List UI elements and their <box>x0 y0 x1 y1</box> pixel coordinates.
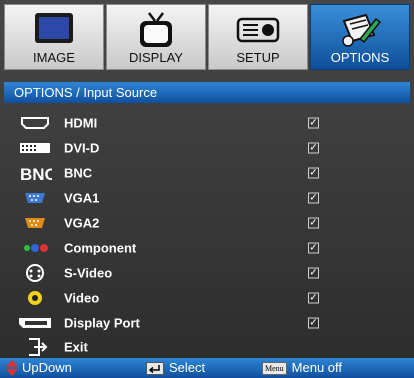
list-item-label: VGA2 <box>64 215 100 231</box>
list-item-exit[interactable]: Exit <box>4 335 410 360</box>
video-rca-yellow-icon <box>28 290 42 305</box>
exit-icon <box>29 338 48 357</box>
list-item-video[interactable]: Video ✓ <box>4 285 410 310</box>
hint-updown-label: UpDown <box>22 360 72 375</box>
options-pen-icon <box>342 13 382 47</box>
hint-select-label: Select <box>169 360 206 375</box>
checkbox[interactable]: ✓ <box>308 267 319 279</box>
list-item-s-video[interactable]: S-Video ✓ <box>4 260 410 285</box>
list-item-vga1[interactable]: VGA1 ✓ <box>4 186 410 211</box>
projector-icon <box>236 17 280 43</box>
component-rca-icon <box>24 243 48 252</box>
hint-menu-off-label: Menu off <box>291 360 343 375</box>
tab-display[interactable]: DISPLAY <box>106 4 206 70</box>
menu-key-icon: Menu <box>262 361 287 375</box>
tab-setup[interactable]: SETUP <box>208 4 308 70</box>
tab-display-label: DISPLAY <box>129 50 183 65</box>
checkbox[interactable]: ✓ <box>308 217 319 229</box>
dvi-port-icon <box>20 143 50 154</box>
hint-menu-off: Menu Menu off <box>262 358 342 378</box>
list-item-label: Component <box>64 240 137 256</box>
list-item-component[interactable]: Component ✓ <box>4 235 410 260</box>
list-item-vga2[interactable]: VGA2 ✓ <box>4 211 410 236</box>
list-item-display-port[interactable]: Display Port ✓ <box>4 310 410 335</box>
list-item-label: DVI-D <box>64 140 100 156</box>
list-item-label: S-Video <box>64 265 113 281</box>
tab-options-label: OPTIONS <box>330 50 390 65</box>
hint-updown: UpDown <box>6 358 72 378</box>
checkbox[interactable]: ✓ <box>308 242 319 254</box>
osd-menu: IMAGE DISPLAY SETUP OPTIONS OPTIONS / In… <box>0 0 414 378</box>
s-video-connector-icon <box>26 263 44 282</box>
list-item-dvi-d[interactable]: DVI-D ✓ <box>4 136 410 161</box>
list-item-label: HDMI <box>64 115 98 131</box>
list-item-hdmi[interactable]: HDMI ✓ <box>4 111 410 136</box>
bnc-logo-icon: BNC <box>20 165 52 183</box>
checkbox[interactable]: ✓ <box>308 117 319 129</box>
checkbox[interactable]: ✓ <box>308 317 319 329</box>
displayport-icon <box>19 317 51 328</box>
tab-bar: IMAGE DISPLAY SETUP OPTIONS <box>4 4 410 70</box>
tab-image-label: IMAGE <box>33 50 75 65</box>
bnc-logo-text: BNC <box>20 165 52 183</box>
checkbox[interactable]: ✓ <box>308 142 319 154</box>
tab-options[interactable]: OPTIONS <box>310 4 410 70</box>
checkbox[interactable]: ✓ <box>308 292 319 304</box>
list-item-bnc[interactable]: BNC BNC ✓ <box>4 161 410 186</box>
tv-icon <box>140 12 172 47</box>
enter-key-icon <box>146 361 164 375</box>
hdmi-port-icon <box>21 117 49 130</box>
vga-port-blue-icon <box>25 193 45 204</box>
list-item-label: Exit <box>64 339 88 355</box>
input-source-list: HDMI ✓ DVI-D ✓ BNC BNC ✓ VGA1 ✓ VGA2 ✓ C… <box>4 111 410 360</box>
checkbox[interactable]: ✓ <box>308 192 319 204</box>
page-title: OPTIONS / Input Source <box>4 82 410 103</box>
list-item-label: VGA1 <box>64 190 100 206</box>
tab-image[interactable]: IMAGE <box>4 4 104 70</box>
vga-port-orange-icon <box>25 218 45 228</box>
monitor-icon <box>35 13 73 43</box>
list-item-label: BNC <box>64 165 93 181</box>
hint-select: Select <box>146 358 205 378</box>
tab-setup-label: SETUP <box>236 50 280 65</box>
checkbox[interactable]: ✓ <box>308 167 319 179</box>
list-item-label: Video <box>64 290 100 306</box>
list-item-label: Display Port <box>64 315 140 331</box>
up-down-arrow-icon <box>6 360 18 376</box>
footer-hint-bar: UpDown Select Menu Menu off <box>0 358 414 378</box>
